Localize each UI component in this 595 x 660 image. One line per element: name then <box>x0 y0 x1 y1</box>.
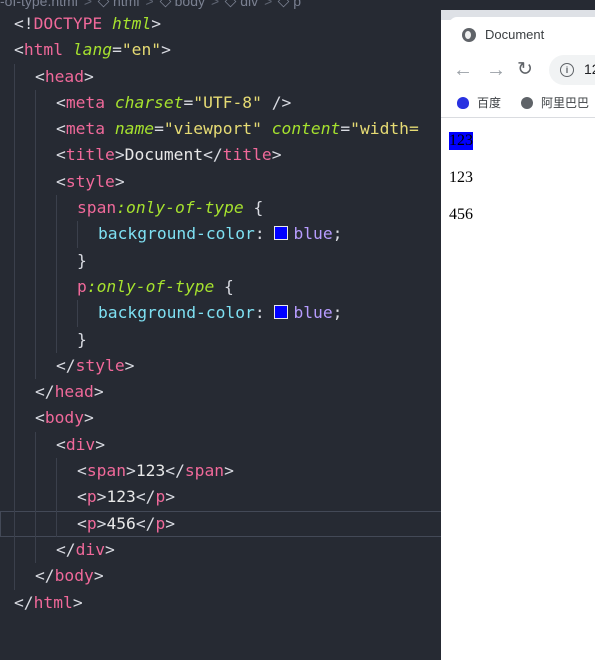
url-text[interactable]: 12 <box>584 61 595 77</box>
code-line[interactable]: </div> <box>0 536 441 564</box>
tab-title: Document <box>485 27 545 42</box>
code-line[interactable]: } <box>0 247 441 274</box>
breadcrumb-div[interactable]: div <box>240 0 258 9</box>
code-line[interactable]: span:only-of-type { <box>0 195 441 222</box>
bookmark-baidu[interactable]: 百度 <box>457 94 501 111</box>
code-line[interactable]: background-color: blue; <box>0 300 441 327</box>
code-lines[interactable]: <!DOCTYPE html> <html lang="en"> <head> … <box>0 11 441 616</box>
color-swatch-icon[interactable] <box>274 305 289 320</box>
code-line[interactable]: <head> <box>0 63 441 90</box>
code-line[interactable]: <meta charset="UTF-8" /> <box>0 89 441 117</box>
code-line-current[interactable]: <p>456</p> <box>0 510 441 537</box>
code-line[interactable]: </style> <box>0 352 441 380</box>
rendered-paragraph: 456 <box>449 206 473 223</box>
browser-window: Document ← → ↻ i 12 百度 阿里巴巴 123 123 456 <box>441 0 595 660</box>
bookmarks-bar: 百度 阿里巴巴 <box>441 87 595 118</box>
code-line[interactable]: <html lang="en"> <box>0 37 441 63</box>
tab-document[interactable]: Document <box>449 17 595 53</box>
code-line[interactable]: <body> <box>0 405 441 432</box>
address-bar[interactable]: i 12 <box>549 55 595 85</box>
globe-icon <box>521 97 533 109</box>
code-line[interactable]: background-color: blue; <box>0 221 441 248</box>
element-icon <box>277 0 290 8</box>
breadcrumb-body[interactable]: body <box>175 0 205 9</box>
code-line[interactable]: <span>123</span> <box>0 458 441 485</box>
forward-arrow-icon[interactable]: → <box>486 58 506 82</box>
window-backdrop <box>441 0 595 10</box>
code-line[interactable]: </html> <box>0 590 441 616</box>
breadcrumb-p[interactable]: p <box>293 0 301 9</box>
code-line[interactable]: <style> <box>0 168 441 196</box>
page-viewport: 123 123 456 <box>441 118 595 660</box>
browser-toolbar: ← → ↻ i 12 <box>441 53 595 87</box>
code-line[interactable]: <p>123</p> <box>0 484 441 511</box>
element-icon <box>159 0 171 8</box>
bookmark-alibaba[interactable]: 阿里巴巴 <box>521 94 589 111</box>
baidu-paw-icon <box>457 97 469 109</box>
code-line[interactable]: </head> <box>0 379 441 406</box>
globe-icon <box>462 28 476 42</box>
rendered-paragraph: 123 <box>449 169 473 186</box>
back-arrow-icon[interactable]: ← <box>453 58 473 82</box>
reload-icon[interactable]: ↻ <box>517 58 533 82</box>
breadcrumb-file[interactable]: -of-type.html <box>0 0 78 9</box>
info-icon[interactable]: i <box>560 63 574 77</box>
code-editor[interactable]: -of-type.html > html > body > div > p <!DOCTYPE … <box>0 0 441 660</box>
color-swatch-icon[interactable] <box>274 226 289 241</box>
code-line[interactable]: <title>Document</title> <box>0 142 441 169</box>
rendered-span: 123 <box>449 132 473 150</box>
code-line[interactable]: } <box>0 326 441 353</box>
code-line[interactable]: <div> <box>0 431 441 459</box>
element-icon <box>224 0 237 8</box>
element-icon <box>97 0 110 8</box>
code-line[interactable]: </body> <box>0 563 441 590</box>
breadcrumb-html[interactable]: html <box>113 0 139 9</box>
code-line[interactable]: <!DOCTYPE html> <box>0 11 441 37</box>
code-line[interactable]: p:only-of-type { <box>0 273 441 301</box>
breadcrumb: -of-type.html > html > body > div > p <box>0 0 301 9</box>
code-line[interactable]: <meta name="viewport" content="width= <box>0 116 441 143</box>
